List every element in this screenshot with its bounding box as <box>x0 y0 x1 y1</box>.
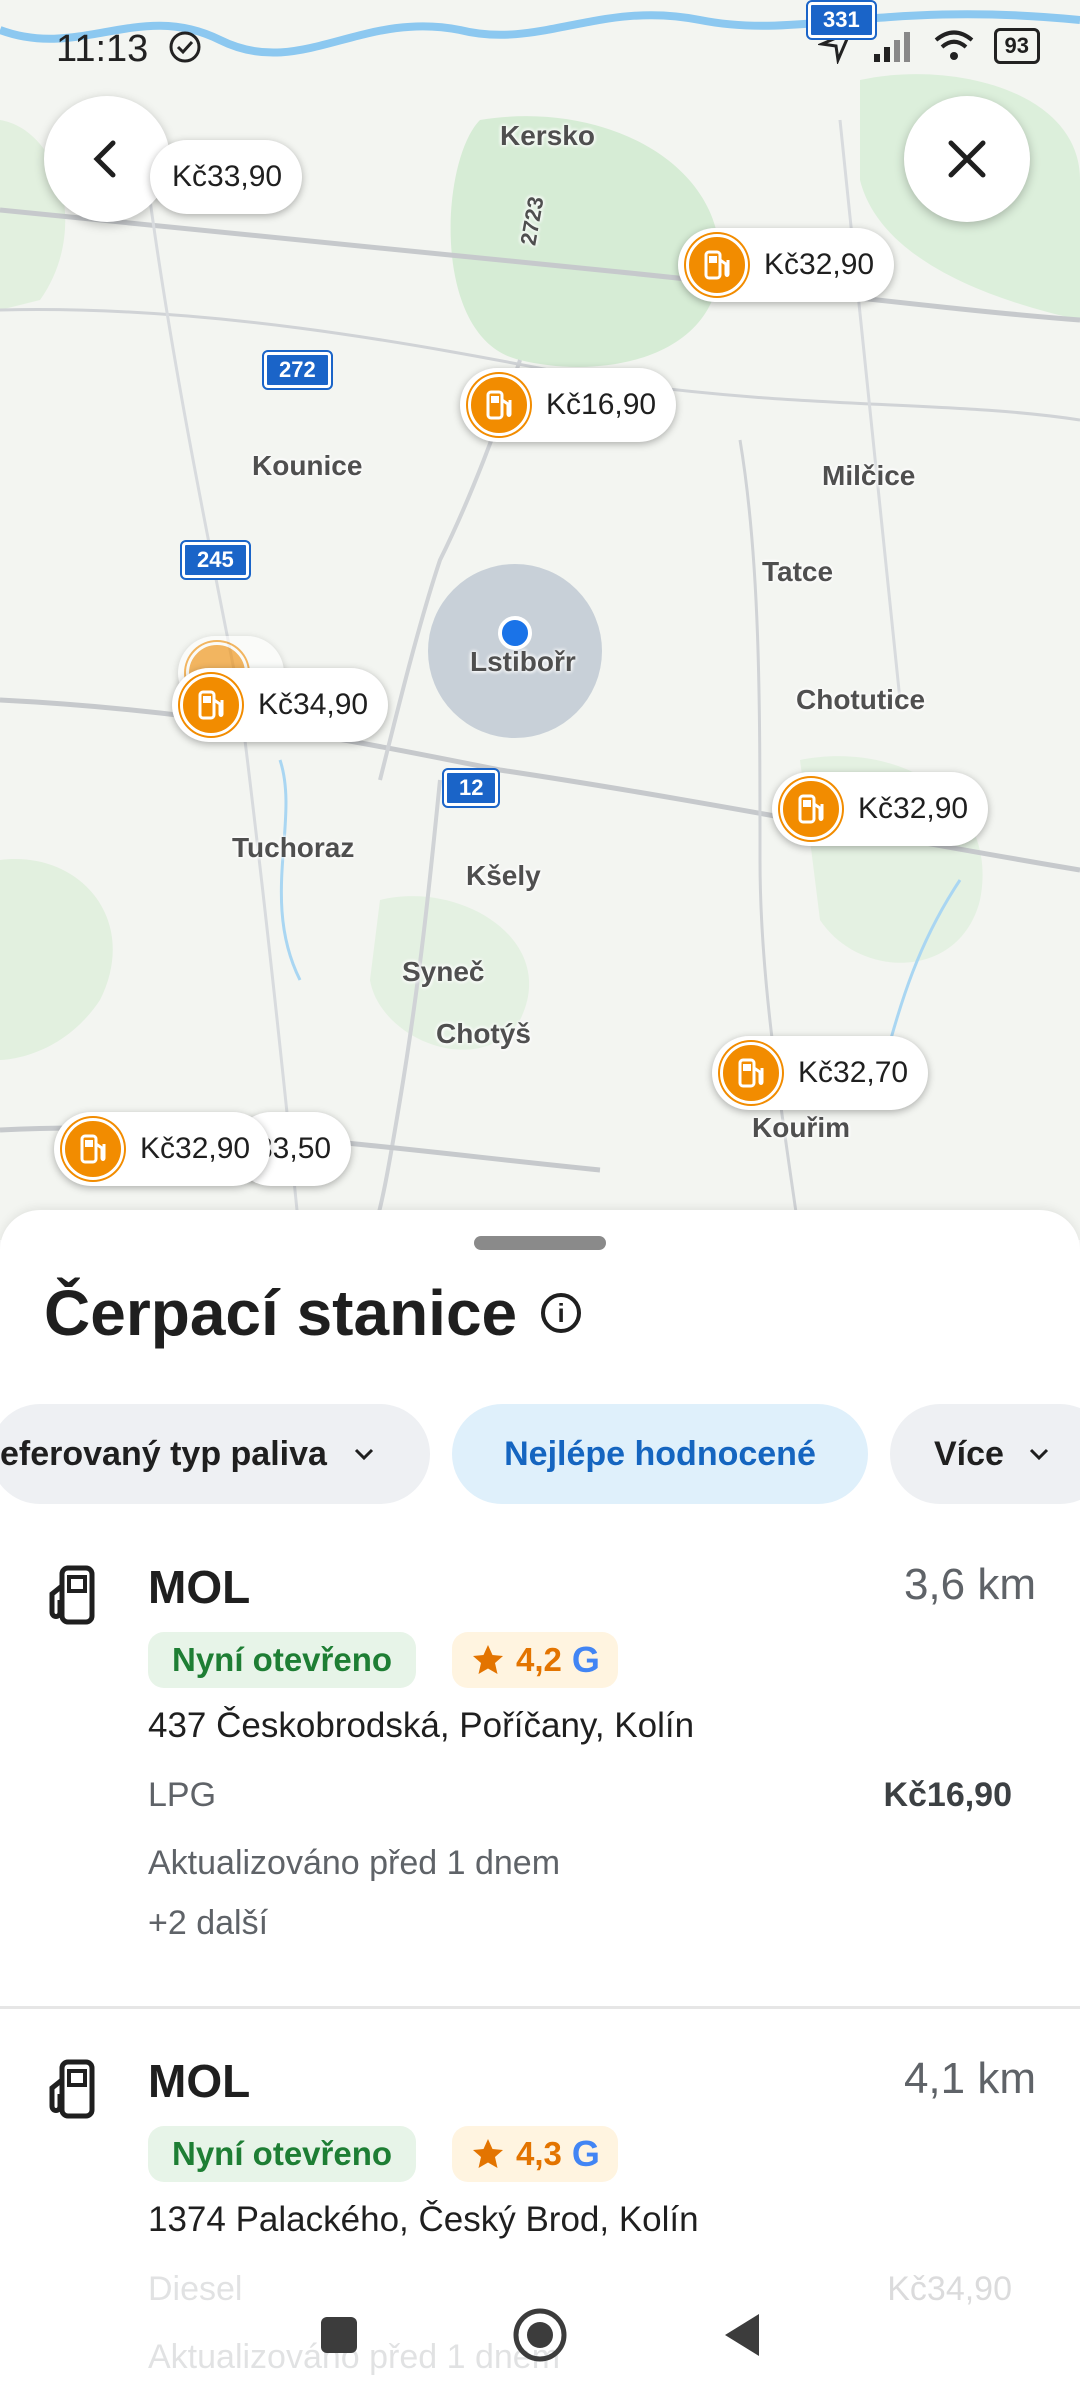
more-fuels-link[interactable]: +2 další <box>148 1904 268 1943</box>
pin-price: Kč33,90 <box>172 160 283 193</box>
station-distance: 4,1 km <box>903 2054 1036 2103</box>
place-chotys: Chotýš <box>436 1018 531 1049</box>
station-name: MOL <box>148 2055 251 2107</box>
place-chotutice: Chotutice <box>796 684 926 715</box>
price-pin[interactable]: Kč34,90 <box>172 668 389 742</box>
pin-price: Kč16,90 <box>546 388 657 421</box>
divider <box>0 2006 1080 2009</box>
back-button[interactable] <box>44 96 170 222</box>
road-shield-331: 331 <box>806 0 877 40</box>
open-status-badge: Nyní otevřeno <box>148 1632 417 1688</box>
price-pin[interactable]: Kč32,90 <box>772 772 989 846</box>
station-address: 1374 Palackého, Český Brod, Kolín <box>148 2200 699 2239</box>
wifi-icon <box>934 30 973 60</box>
place-synec: Syneč <box>402 956 485 987</box>
open-status-badge: Nyní otevřeno <box>148 2126 417 2182</box>
location-dot <box>498 616 532 650</box>
fuel-pump-icon <box>686 234 748 296</box>
road-shield-245: 245 <box>180 540 251 580</box>
pin-price: Kč32,70 <box>798 1056 909 1089</box>
place-kounice: Kounice <box>252 450 363 481</box>
chevron-down-icon <box>354 1448 373 1461</box>
star-icon <box>473 2139 503 2168</box>
more-filters-chip[interactable]: Více <box>890 1404 1080 1504</box>
place-tuchoraz: Tuchoraz <box>232 832 355 863</box>
price-pin[interactable]: Kč32,90 <box>54 1112 271 1186</box>
pin-price: Kč34,90 <box>258 688 369 721</box>
fuel-pump-icon <box>180 674 242 736</box>
chevron-left-icon <box>93 140 116 178</box>
fuel-price: Kč16,90 <box>883 1776 1012 1814</box>
check-icon <box>168 30 202 69</box>
system-nav-bar <box>0 2270 1080 2400</box>
chip-label: Více <box>934 1434 1004 1473</box>
sheet-title: Čerpací stanice i <box>44 1276 582 1350</box>
home-icon[interactable] <box>511 2306 569 2364</box>
fuel-type-filter-chip[interactable]: eferovaný typ paliva <box>0 1404 430 1504</box>
star-icon <box>473 1645 503 1674</box>
filter-chips: eferovaný typ paliva Nejlépe hodnocené V… <box>0 1404 1080 1504</box>
place-kersko: Kersko <box>500 120 595 151</box>
rating-badge: 4,3 G <box>452 2126 618 2182</box>
rating-value: 4,3 <box>516 2135 562 2172</box>
fuel-pump-icon <box>49 1565 95 1625</box>
fuel-pump-icon <box>49 2059 95 2119</box>
status-bar: 11:13 93 <box>0 0 1080 100</box>
rating-badge: 4,2 G <box>452 1632 618 1688</box>
place-kourim: Kouřim <box>752 1112 850 1143</box>
google-icon: G <box>571 1639 600 1680</box>
place-tatce: Tatce <box>762 556 834 587</box>
bottom-sheet: Čerpací stanice i eferovaný typ paliva N… <box>0 1210 1080 2400</box>
chip-label: Nejlépe hodnocené <box>504 1434 816 1473</box>
status-time: 11:13 <box>56 28 149 70</box>
fuel-pump-icon <box>780 778 842 840</box>
close-button[interactable] <box>904 96 1030 222</box>
rating-value: 4,2 <box>516 1641 562 1678</box>
top-rated-filter-chip[interactable]: Nejlépe hodnocené <box>452 1404 868 1504</box>
fuel-pump-icon <box>62 1118 124 1180</box>
recents-icon[interactable] <box>317 2313 361 2357</box>
info-icon[interactable]: i <box>541 1293 582 1333</box>
fuel-type: LPG <box>148 1776 217 1814</box>
price-pin[interactable]: Kč32,70 <box>712 1036 929 1110</box>
close-icon <box>948 140 986 178</box>
price-pin[interactable]: Kč33,90 <box>150 140 303 214</box>
pin-price: Kč32,90 <box>858 792 969 825</box>
price-pin[interactable]: Kč16,90 <box>460 368 677 442</box>
price-pin[interactable]: Kč32,90 <box>678 228 895 302</box>
sheet-drag-handle[interactable] <box>474 1236 606 1250</box>
pin-price: Kč32,90 <box>764 248 875 281</box>
chip-label: eferovaný typ paliva <box>0 1434 327 1473</box>
place-ksely: Kšely <box>466 860 541 891</box>
place-lstibor: Lstibořr <box>470 646 576 677</box>
updated-text: Aktualizováno před 1 dnem <box>148 1844 561 1882</box>
road-shield-272: 272 <box>262 350 333 390</box>
signal-icon <box>873 32 910 62</box>
station-name: MOL <box>148 1561 251 1613</box>
place-milcice: Milčice <box>822 460 916 491</box>
fuel-pump-icon <box>720 1042 782 1104</box>
battery-indicator: 93 <box>993 28 1040 64</box>
station-distance: 3,6 km <box>903 1560 1036 1609</box>
fuel-pump-icon <box>468 374 530 436</box>
road-shield-12: 12 <box>441 768 501 808</box>
back-nav-icon[interactable] <box>719 2310 763 2360</box>
current-location-marker: Lstibořr <box>428 564 602 738</box>
station-address: 437 Českobrodská, Poříčany, Kolín <box>148 1706 695 1745</box>
chevron-down-icon <box>1029 1448 1049 1461</box>
map-view[interactable]: 11:13 93 331 272 245 12 2723 Kersko Koun… <box>0 0 1080 1240</box>
google-icon: G <box>571 2133 600 2174</box>
pin-price: Kč32,90 <box>140 1132 251 1165</box>
sheet-title-text: Čerpací stanice <box>44 1277 518 1349</box>
